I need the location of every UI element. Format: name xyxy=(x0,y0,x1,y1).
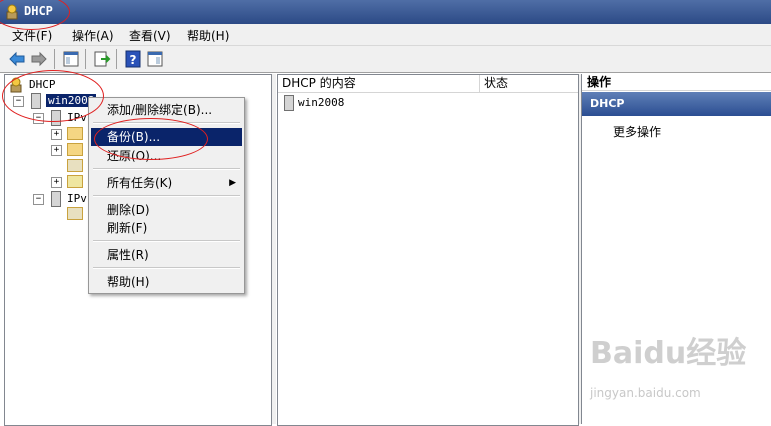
more-actions-link[interactable]: 更多操作 xyxy=(613,123,661,140)
column-header-status[interactable]: 状态 xyxy=(480,75,578,93)
menu-separator xyxy=(93,240,240,242)
menu-item-properties[interactable]: 属性(R) xyxy=(91,246,242,264)
toolbar: ? xyxy=(0,46,771,73)
list-item-name: win2008 xyxy=(298,96,345,109)
export-list-icon[interactable] xyxy=(93,50,111,68)
tree-ipv6[interactable]: IPv xyxy=(67,192,87,205)
annotation-ellipse xyxy=(94,118,208,160)
column-header-name[interactable]: DHCP 的内容 xyxy=(278,75,480,93)
expand-toggle[interactable]: + xyxy=(51,129,62,140)
menu-help[interactable]: 帮助(H) xyxy=(187,27,229,44)
content-pane: DHCP 的内容 状态 win2008 xyxy=(277,74,579,426)
show-hide-tree-icon[interactable] xyxy=(62,50,80,68)
watermark-brand: Baidu经验 xyxy=(590,336,747,371)
expand-toggle[interactable]: + xyxy=(51,145,62,156)
menu-item-refresh[interactable]: 刷新(F) xyxy=(91,219,242,237)
menu-separator xyxy=(93,195,240,197)
menu-separator xyxy=(93,267,240,269)
help-icon[interactable]: ? xyxy=(124,50,142,68)
svg-text:?: ? xyxy=(130,53,137,67)
baidu-watermark: Baidu经验 jingyan.baidu.com xyxy=(590,336,747,401)
menu-item-delete[interactable]: 删除(D) xyxy=(91,201,242,219)
title-bar: DHCP xyxy=(0,0,771,24)
watermark-url: jingyan.baidu.com xyxy=(590,386,701,400)
policies-icon[interactable] xyxy=(67,175,83,188)
menu-item-add-remove-bindings[interactable]: 添加/删除绑定(B)... xyxy=(91,101,242,119)
server-options-icon[interactable] xyxy=(67,159,83,172)
submenu-arrow-icon: ▶ xyxy=(229,178,236,188)
toolbar-separator xyxy=(85,49,86,69)
menu-item-all-tasks[interactable]: 所有任务(K) ▶ xyxy=(91,174,242,192)
menu-view[interactable]: 查看(V) xyxy=(129,27,171,44)
menu-action[interactable]: 操作(A) xyxy=(72,27,114,44)
collapse-ipv6-toggle[interactable]: − xyxy=(33,194,44,205)
menu-item-all-tasks-label: 所有任务(K) xyxy=(107,176,173,190)
actions-header: 操作 xyxy=(582,74,771,91)
ipv6-icon xyxy=(51,191,61,207)
back-arrow-icon[interactable] xyxy=(8,50,26,68)
forward-arrow-icon[interactable] xyxy=(30,50,48,68)
actions-group-dhcp[interactable]: DHCP xyxy=(582,92,771,116)
pane-splitter[interactable] xyxy=(272,74,276,424)
server-icon xyxy=(284,95,294,111)
annotation-ellipse xyxy=(2,70,104,122)
properties-icon[interactable] xyxy=(146,50,164,68)
column-header-status-label: 状态 xyxy=(484,76,509,90)
list-item[interactable]: win2008 xyxy=(284,95,484,111)
toolbar-separator xyxy=(54,49,55,69)
toolbar-separator xyxy=(116,49,117,69)
folder-icon[interactable] xyxy=(67,127,83,140)
menu-bar: 文件(F) 操作(A) 查看(V) 帮助(H) xyxy=(0,24,771,46)
server-options-icon[interactable] xyxy=(67,207,83,220)
folder-icon[interactable] xyxy=(67,143,83,156)
expand-toggle[interactable]: + xyxy=(51,177,62,188)
menu-item-help[interactable]: 帮助(H) xyxy=(91,273,242,291)
menu-separator xyxy=(93,168,240,170)
column-header-name-label: DHCP 的内容 xyxy=(282,76,356,90)
